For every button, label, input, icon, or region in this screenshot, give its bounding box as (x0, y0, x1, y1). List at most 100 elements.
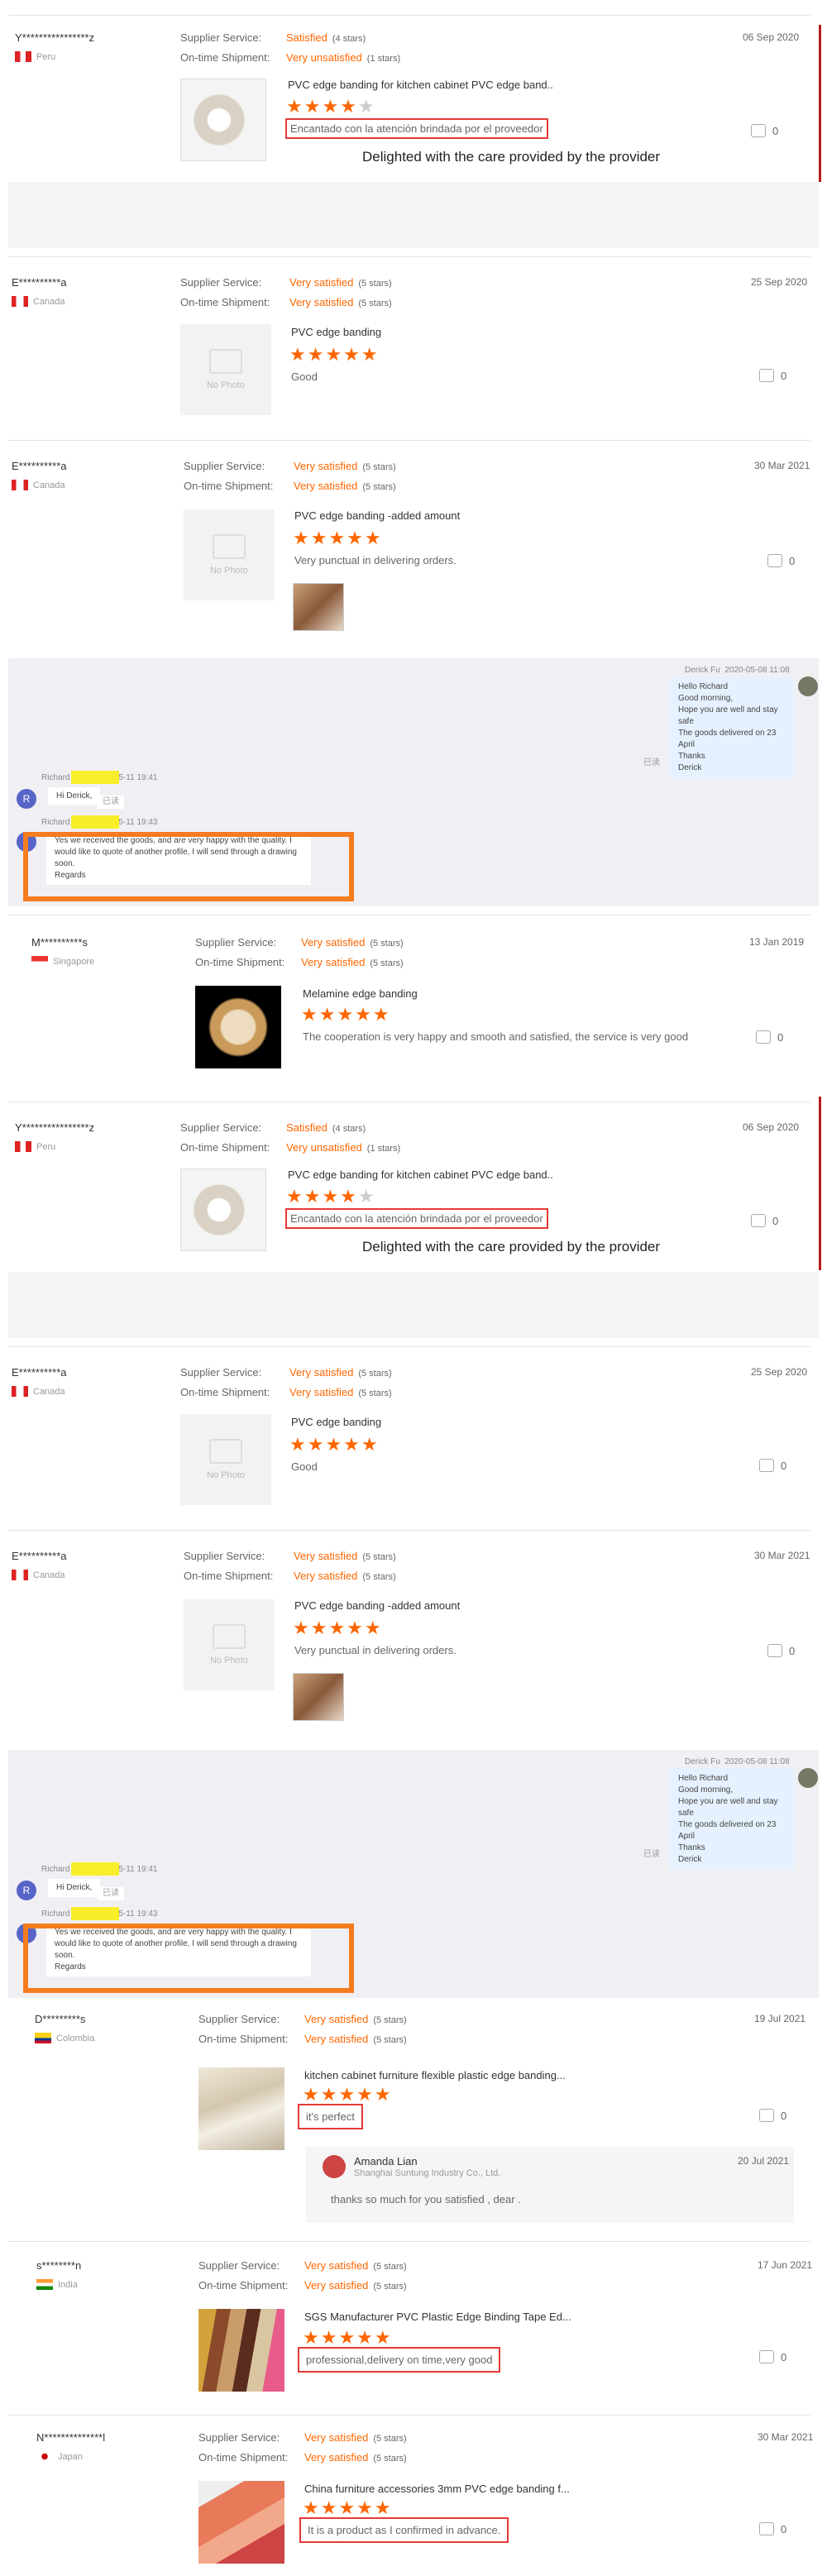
rating-stars: ★★★★★ (293, 528, 383, 548)
ontime-label: On-time Shipment: (180, 1386, 270, 1398)
reviewer-name: E**********a (12, 460, 67, 472)
review-card: E**********a Canada Supplier Service: Ve… (0, 248, 827, 430)
like-button[interactable]: 0 (759, 1459, 786, 1472)
like-button[interactable]: 0 (759, 2350, 786, 2363)
like-button[interactable]: 0 (759, 2109, 786, 2122)
spacer-panel (8, 182, 819, 248)
thumbs-up-icon (751, 124, 766, 137)
rating-stars: ★★★★★ (303, 2084, 393, 2105)
review-translation: Delighted with the care provided by the … (362, 149, 661, 165)
product-title[interactable]: SGS Manufacturer PVC Plastic Edge Bindin… (304, 2311, 571, 2323)
reviewer-name: Y****************z (15, 31, 95, 44)
like-button[interactable]: 0 (767, 1644, 795, 1657)
ontime-label: On-time Shipment: (180, 1141, 270, 1154)
rating-stars: ★★★★★ (286, 1186, 376, 1207)
colombia-flag-icon (35, 2033, 51, 2043)
supplier-service-label: Supplier Service: (195, 936, 277, 949)
review-photo[interactable] (293, 1673, 344, 1721)
supplier-service-value: Satisfied (4 stars) (286, 31, 366, 44)
read-status: 已读 (643, 758, 660, 767)
like-button[interactable]: 0 (751, 1214, 778, 1227)
supplier-service-label: Supplier Service: (184, 460, 265, 472)
review-date: 25 Sep 2020 (751, 1366, 808, 1378)
reply-company: Shanghai Suntung Industry Co., Ltd. (354, 2168, 501, 2178)
review-text: Good (291, 370, 318, 383)
ontime-value: Very satisfied (5 stars) (294, 1570, 396, 1582)
like-button[interactable]: 0 (759, 369, 786, 382)
review-card: N**************l Japan Supplier Service:… (0, 2413, 827, 2576)
supplier-reply: Amanda Lian Shanghai Suntung Industry Co… (306, 2147, 794, 2223)
review-date: 06 Sep 2020 (743, 31, 800, 43)
review-card: D*********s Colombia Supplier Service: V… (0, 2000, 827, 2239)
product-thumbnail[interactable] (198, 2481, 284, 2564)
reviewer-country: Peru (15, 1141, 55, 1152)
product-title[interactable]: PVC edge banding -added amount (294, 1599, 460, 1612)
review-date: 17 Jun 2021 (758, 2259, 813, 2271)
canada-flag-icon (12, 480, 28, 490)
review-text: Good (291, 1460, 318, 1473)
highlight-box (23, 832, 354, 901)
reviewer-name: s********n (36, 2259, 82, 2272)
read-status: 已读 (98, 1887, 124, 1900)
accent-line (819, 1097, 821, 1270)
review-text: Encantado con la atención brindada por e… (285, 1208, 548, 1229)
product-title[interactable]: PVC edge banding (291, 1416, 381, 1428)
product-thumbnail[interactable] (180, 1169, 266, 1251)
reviewer-country: Peru (15, 51, 55, 62)
chat-panel: Derick Fu 2020-05-08 11:08 Hello Richard… (8, 1750, 819, 1998)
read-status: 已读 (643, 1850, 660, 1859)
like-button[interactable]: 0 (751, 124, 778, 137)
product-title[interactable]: PVC edge banding for kitchen cabinet PVC… (288, 1169, 553, 1181)
product-title[interactable]: PVC edge banding (291, 326, 381, 338)
divider (8, 15, 810, 16)
rating-stars: ★★★★★ (286, 96, 376, 117)
peru-flag-icon (15, 51, 31, 62)
ontime-value: Very satisfied (5 stars) (304, 2451, 407, 2464)
canada-flag-icon (12, 296, 28, 307)
product-title[interactable]: Melamine edge banding (303, 987, 418, 1000)
supplier-service-label: Supplier Service: (184, 1550, 265, 1562)
review-text: The cooperation is very happy and smooth… (303, 1030, 689, 1043)
avatar (798, 676, 818, 696)
product-thumbnail[interactable] (198, 2309, 284, 2392)
review-text: Encantado con la atención brindada por e… (285, 118, 548, 139)
product-thumbnail[interactable] (195, 986, 281, 1068)
ontime-value: Very satisfied (5 stars) (304, 2279, 407, 2292)
thumbs-up-icon (756, 1030, 771, 1044)
review-date: 13 Jan 2019 (749, 936, 805, 948)
divider (8, 1346, 810, 1347)
product-title[interactable]: PVC edge banding -added amount (294, 509, 460, 522)
product-title[interactable]: China furniture accessories 3mm PVC edge… (304, 2483, 570, 2495)
product-thumbnail[interactable] (198, 2067, 284, 2150)
product-title[interactable]: kitchen cabinet furniture flexible plast… (304, 2069, 566, 2081)
redaction-highlight (71, 1907, 119, 1920)
singapore-flag-icon (31, 956, 48, 967)
chat-message-outgoing: Hello Richard Good morning, Hope you are w… (670, 676, 794, 779)
reviewer-name: N**************l (36, 2431, 106, 2444)
chat-sender-meta: Derick Fu 2020-05-08 11:08 (685, 1757, 790, 1766)
reply-author: Amanda Lian (354, 2155, 418, 2167)
review-photo[interactable] (293, 583, 344, 631)
reviewer-country: Japan (36, 2451, 83, 2462)
product-thumbnail[interactable] (180, 79, 266, 161)
divider (8, 256, 810, 257)
product-title[interactable]: PVC edge banding for kitchen cabinet PVC… (288, 79, 553, 91)
avatar: R (17, 1881, 36, 1900)
supplier-service-label: Supplier Service: (180, 1366, 262, 1379)
ontime-label: On-time Shipment: (180, 296, 270, 308)
peru-flag-icon (15, 1141, 31, 1152)
thumbs-up-icon (751, 1214, 766, 1227)
like-button[interactable]: 0 (759, 2522, 786, 2535)
thumbs-up-icon (759, 2350, 774, 2363)
like-button[interactable]: 0 (756, 1030, 783, 1044)
thumbs-up-icon (767, 554, 782, 567)
chat-panel: Derick Fu 2020-05-08 11:08 Hello Richard… (8, 658, 819, 906)
reviewer-name: E**********a (12, 1366, 67, 1379)
image-placeholder-icon (209, 1439, 242, 1464)
supplier-service-value: Very satisfied (5 stars) (304, 2431, 407, 2444)
like-button[interactable]: 0 (767, 554, 795, 567)
ontime-label: On-time Shipment: (180, 51, 270, 64)
ontime-label: On-time Shipment: (195, 956, 285, 968)
canada-flag-icon (12, 1570, 28, 1580)
rating-stars: ★★★★★ (303, 2497, 393, 2518)
